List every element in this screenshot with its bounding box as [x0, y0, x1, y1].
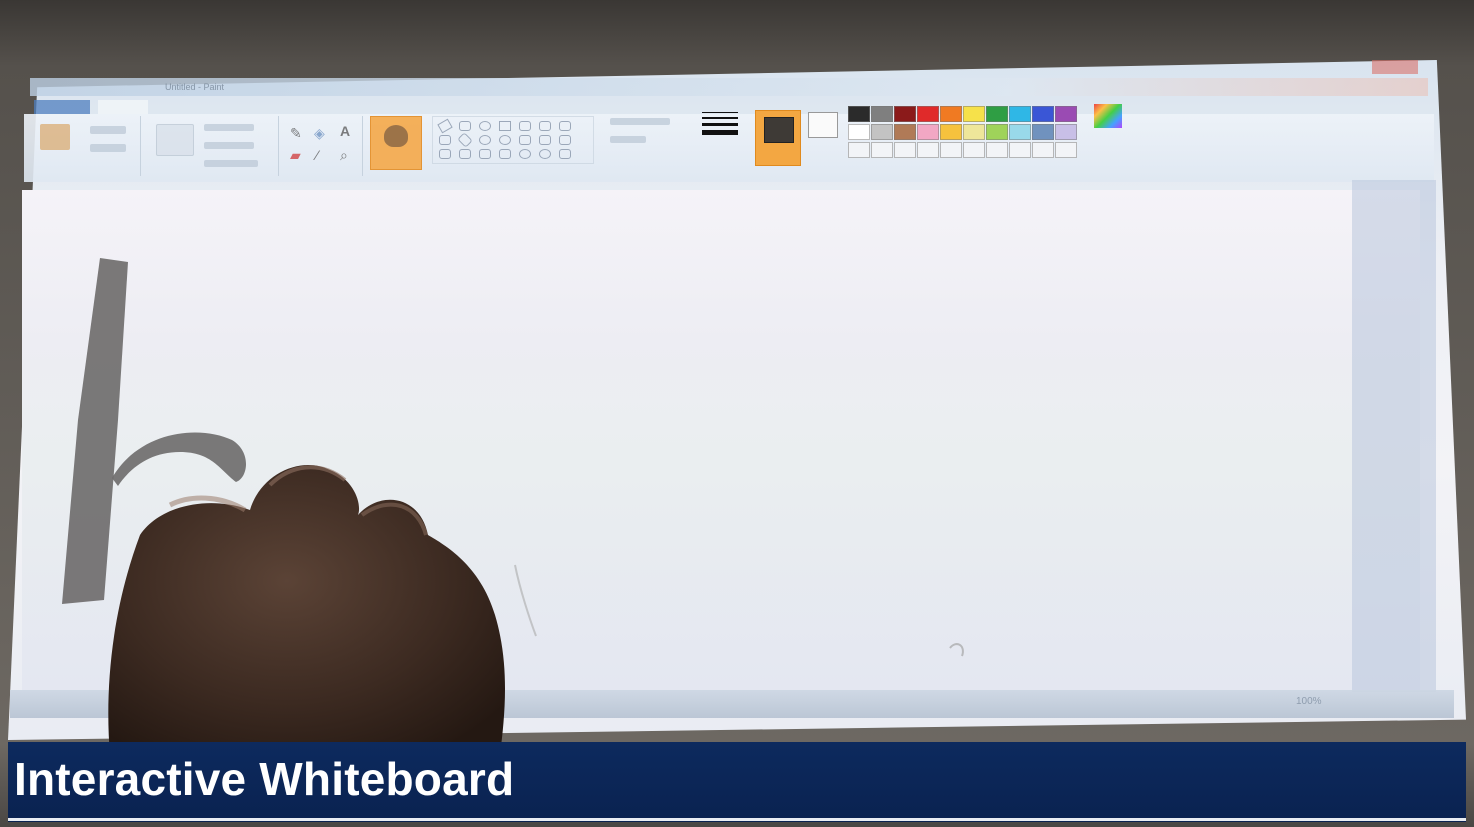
presenter-hand: [108, 464, 505, 755]
photo: Untitled - Paint ✎ ◈ A ▰ ⁄ ⌕ 100% Intera…: [0, 0, 1474, 827]
hand-shape: [108, 464, 505, 755]
faint-mark-2: [949, 643, 964, 657]
caption-underline: [8, 818, 1466, 821]
caption-title: Interactive Whiteboard: [14, 753, 515, 805]
zoom-level: 100%: [1296, 696, 1322, 707]
